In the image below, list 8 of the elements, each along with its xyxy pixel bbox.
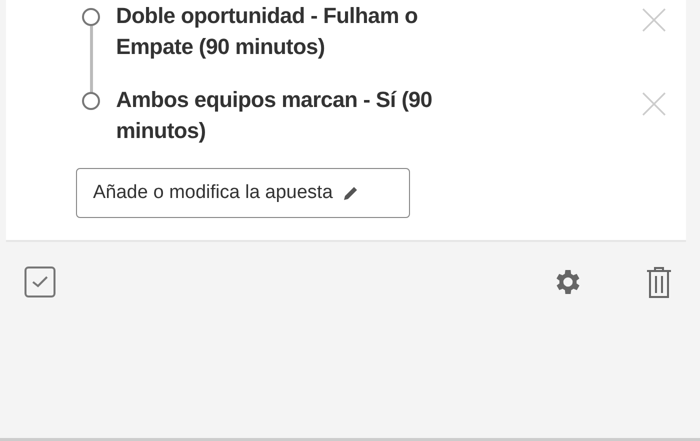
- selection-label: Doble oportunidad - Fulham o Empate (90 minutos): [116, 2, 419, 61]
- checkbox-icon[interactable]: [24, 266, 56, 298]
- selection-dot: [82, 92, 100, 110]
- edit-bet-button[interactable]: Añade o modifica la apuesta: [76, 168, 410, 218]
- selection-label: Ambos equipos marcan - Sí (90 minutos): [116, 86, 434, 145]
- trash-icon[interactable]: [646, 266, 672, 300]
- connector-line: [90, 26, 93, 94]
- selection-dot: [82, 8, 100, 26]
